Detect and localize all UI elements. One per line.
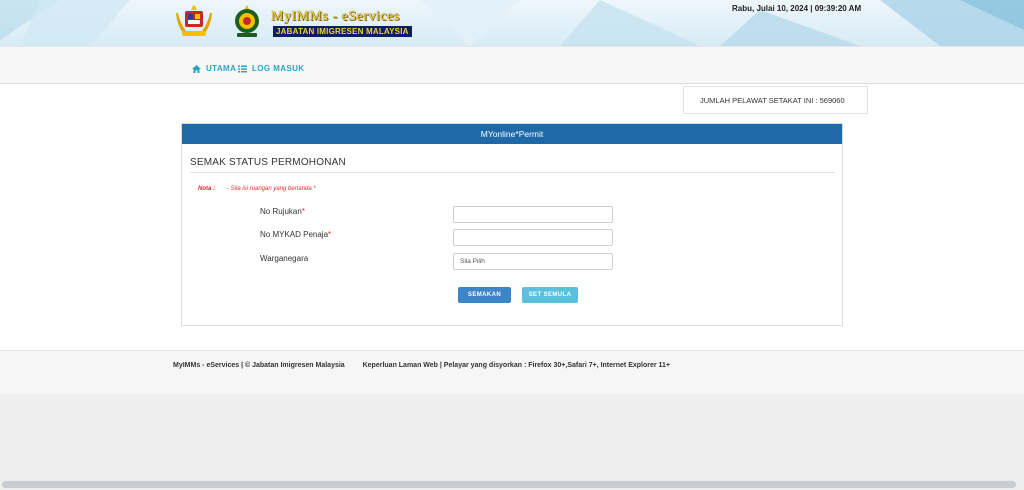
required-mark: * <box>328 230 332 239</box>
brand-subtitle: JABATAN IMIGRESEN MALAYSIA <box>273 26 412 37</box>
reference-number-input[interactable] <box>453 206 613 223</box>
page-bottom-area <box>0 394 1024 490</box>
sponsor-mykad-input[interactable] <box>453 229 613 246</box>
panel-title: MYonline*Permit <box>182 124 842 144</box>
status-check-panel: MYonline*Permit SEMAK STATUS PERMOHONAN … <box>181 123 843 326</box>
current-datetime: Rabu, Julai 10, 2024 | 09:39:20 AM <box>732 4 862 13</box>
nav-home-label: UTAMA <box>206 64 237 73</box>
note-label: Nota : <box>198 186 215 192</box>
footer-requirements: Keperluan Laman Web | Pelayar yang disyo… <box>362 362 671 369</box>
malaysia-coat-of-arms-icon <box>176 5 212 36</box>
immigration-department-crest-icon <box>235 5 259 37</box>
nav-login-link[interactable]: LOG MASUK <box>238 64 305 73</box>
horizontal-scrollbar[interactable] <box>2 481 1016 488</box>
sponsor-mykad-label-text: No MYKAD Penaja <box>260 230 329 239</box>
sponsor-mykad-label: No MYKAD Penaja* <box>260 230 331 239</box>
banner-background <box>0 0 1024 46</box>
page-footer: MyIMMs - eServices | © Jabatan Imigresen… <box>0 350 1024 395</box>
form-note: Nota : - Sila isi ruangan yang bertanda * <box>198 186 316 192</box>
check-button[interactable]: SEMAKAN <box>458 287 511 303</box>
reference-number-label: No Rujukan* <box>260 207 305 216</box>
list-icon <box>238 65 247 72</box>
section-title: SEMAK STATUS PERMOHONAN <box>190 157 346 168</box>
nationality-select[interactable]: Sila Pilih <box>453 253 613 270</box>
header-banner: MyIMMs - eServices JABATAN IMIGRESEN MAL… <box>0 0 1024 46</box>
note-text: - Sila isi ruangan yang bertanda * <box>227 186 316 192</box>
nationality-label: Warganegara <box>260 254 309 263</box>
required-mark: * <box>301 207 305 216</box>
reset-button[interactable]: SET SEMULA <box>522 287 578 303</box>
main-navbar: UTAMA LOG MASUK <box>0 46 1024 84</box>
home-icon <box>192 64 201 73</box>
section-divider <box>190 172 835 173</box>
brand-title: MyIMMs - eServices <box>271 9 400 24</box>
footer-text: MyIMMs - eServices | © Jabatan Imigresen… <box>173 362 670 369</box>
nav-home-link[interactable]: UTAMA <box>192 64 236 73</box>
nav-login-label: LOG MASUK <box>252 64 305 73</box>
reference-number-label-text: No Rujukan <box>260 207 302 216</box>
footer-copyright: MyIMMs - eServices | © Jabatan Imigresen… <box>173 362 345 369</box>
visitor-counter: JUMLAH PELAWAT SETAKAT INI : 569060 <box>683 86 868 114</box>
